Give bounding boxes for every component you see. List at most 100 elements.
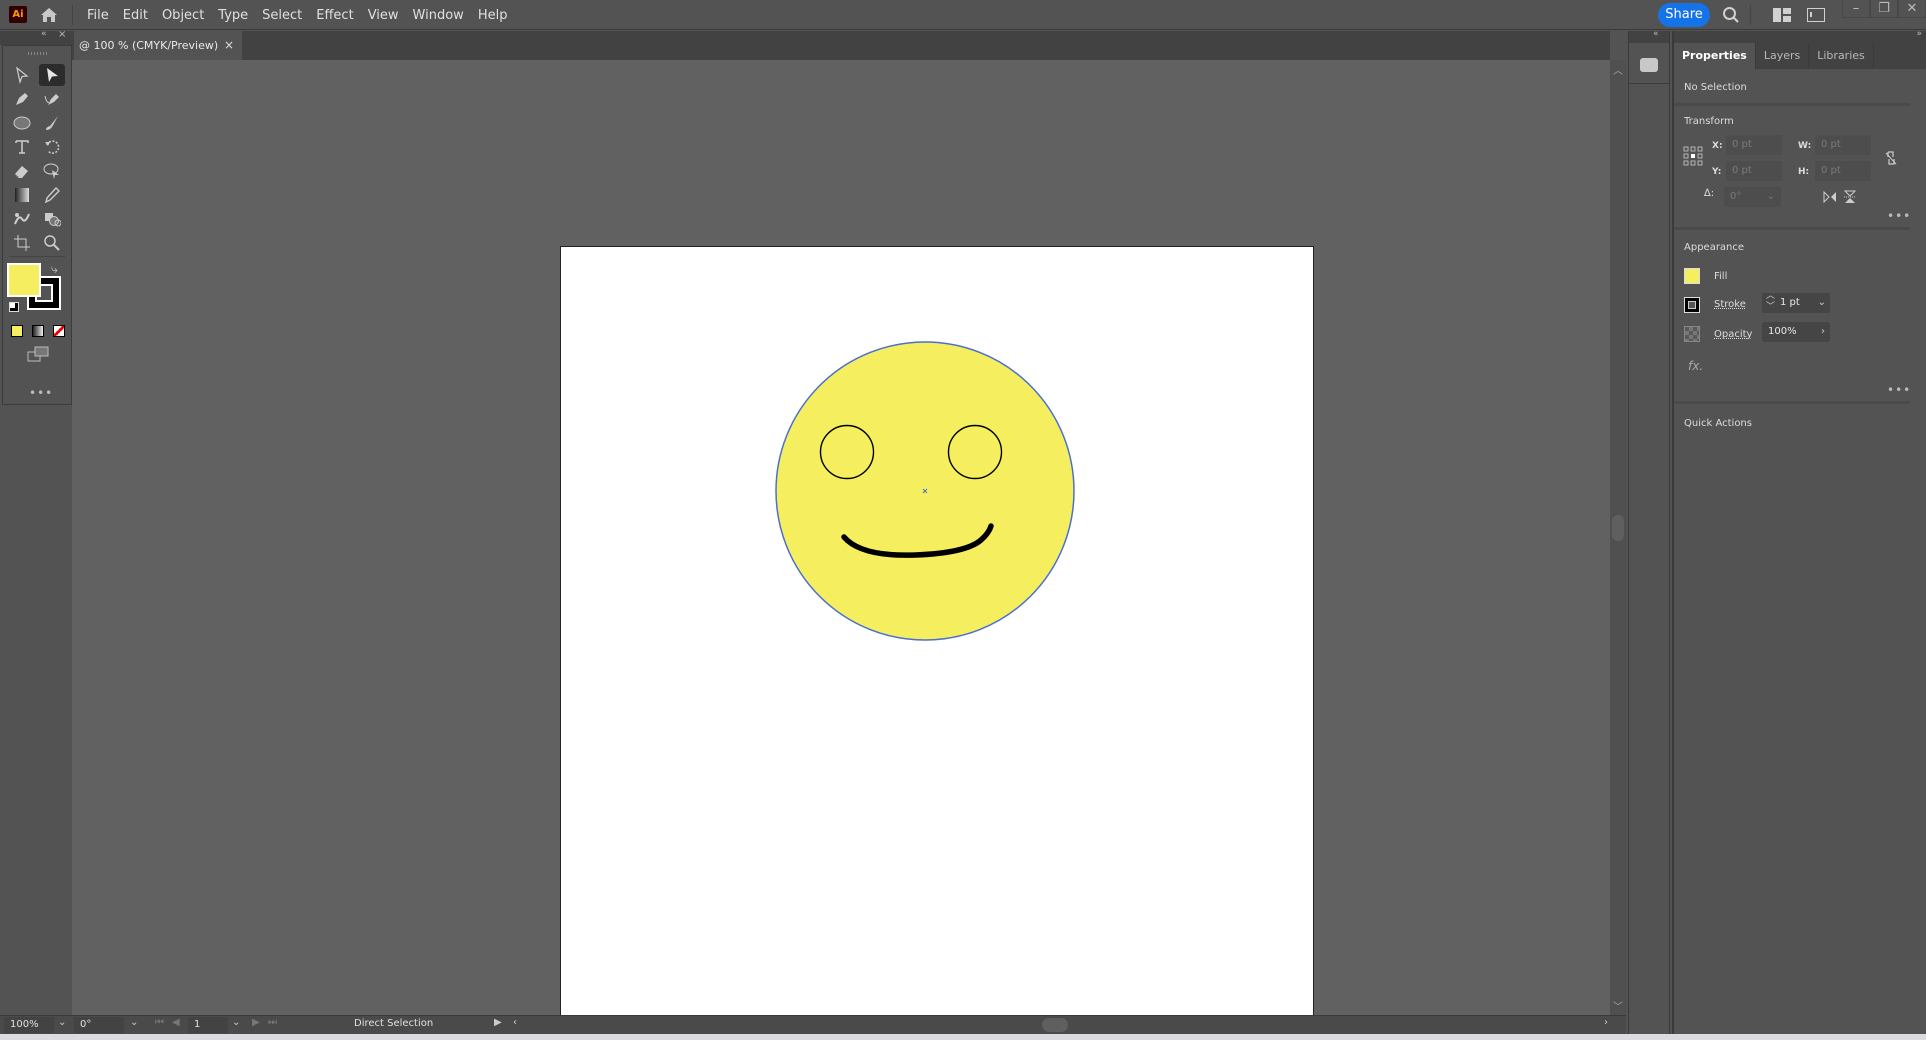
stroke-label[interactable]: Stroke <box>1714 299 1746 310</box>
stroke-weight-field[interactable]: ︿ ﹀ 1 pt ⌄ <box>1762 291 1830 313</box>
menu-type[interactable]: Type <box>211 8 255 23</box>
zoom-tool[interactable] <box>39 232 65 254</box>
close-toolbar-icon[interactable]: × <box>58 29 66 40</box>
menu-help[interactable]: Help <box>471 8 515 23</box>
first-artboard-icon[interactable]: ⏮ <box>155 1017 164 1028</box>
artboard-tool[interactable] <box>9 232 35 254</box>
lasso-tool[interactable] <box>39 160 65 182</box>
home-icon[interactable] <box>40 6 58 24</box>
menu-edit[interactable]: Edit <box>116 8 155 23</box>
vertical-scroll-thumb[interactable] <box>1612 515 1624 541</box>
flip-horizontal-icon[interactable] <box>1823 191 1837 203</box>
scroll-left-icon[interactable]: ‹ <box>513 1017 517 1028</box>
menu-file[interactable]: File <box>80 8 116 23</box>
previous-artboard-icon[interactable]: ◀ <box>172 1017 180 1028</box>
next-artboard-icon[interactable]: ▶ <box>252 1017 260 1028</box>
share-button[interactable]: Share <box>1658 3 1710 27</box>
menu-object[interactable]: Object <box>155 8 211 23</box>
workspace-icon[interactable] <box>1807 8 1825 22</box>
properties-panel: » Properties Layers Libraries No Selecti… <box>1672 29 1926 1034</box>
reference-point-icon[interactable] <box>1683 146 1703 166</box>
paintbrush-tool[interactable] <box>39 112 65 134</box>
toolbar-grip[interactable] <box>28 52 48 55</box>
fx-icon[interactable]: fx. <box>1688 359 1703 373</box>
close-tab-icon[interactable]: × <box>224 31 234 60</box>
last-artboard-icon[interactable]: ⏭ <box>268 1017 277 1028</box>
transform-title: Transform <box>1684 116 1734 127</box>
x-input[interactable]: 0 pt <box>1726 135 1782 155</box>
more-tools-button[interactable]: ••• <box>29 386 53 400</box>
artboard[interactable] <box>560 246 1314 1016</box>
zoom-dropdown-icon[interactable]: ⌄ <box>58 1017 66 1028</box>
scroll-down-icon[interactable]: ﹀ <box>1613 998 1623 1013</box>
width-input[interactable]: 0 pt <box>1815 135 1871 155</box>
y-input[interactable]: 0 pt <box>1726 161 1782 181</box>
rotation-dropdown-icon[interactable]: ⌄ <box>130 1017 138 1028</box>
minimize-button[interactable]: – <box>1842 0 1870 18</box>
zoom-level-field[interactable]: 100% <box>4 1017 54 1033</box>
transform-more-options[interactable]: ••• <box>1887 209 1911 223</box>
pen-tool[interactable] <box>9 88 35 110</box>
expand-dock-icon[interactable]: « <box>1653 29 1659 39</box>
opacity-field[interactable]: 100% › <box>1762 322 1830 342</box>
menu-effect[interactable]: Effect <box>309 8 360 23</box>
status-menu-icon[interactable]: ▶ <box>494 1017 502 1028</box>
color-mode-button[interactable] <box>11 325 23 337</box>
height-input[interactable]: 0 pt <box>1815 161 1871 181</box>
opacity-swatch[interactable] <box>1684 326 1700 342</box>
current-tool-label[interactable]: Direct Selection <box>354 1018 433 1029</box>
fill-color-swatch[interactable] <box>7 263 41 297</box>
menu-select[interactable]: Select <box>255 8 309 23</box>
ellipse-tool[interactable] <box>9 112 35 134</box>
puppet-warp-tool[interactable] <box>9 208 35 230</box>
scroll-right-icon[interactable]: › <box>1604 1017 1608 1028</box>
search-icon[interactable] <box>1722 6 1740 24</box>
gradient-tool[interactable] <box>9 184 35 206</box>
flip-vertical-icon[interactable] <box>1844 190 1856 204</box>
fill-swatch[interactable] <box>1684 268 1700 284</box>
tab-libraries[interactable]: Libraries <box>1809 43 1874 69</box>
eraser-tool[interactable] <box>9 160 35 182</box>
artboard-dropdown-icon[interactable]: ⌄ <box>232 1017 240 1028</box>
curvature-tool[interactable] <box>39 88 65 110</box>
document-tab[interactable]: @ 100 % (CMYK/Preview) × <box>74 31 242 60</box>
angle-dropdown-icon[interactable]: ⌄ <box>1767 187 1775 207</box>
none-mode-button[interactable] <box>53 325 65 337</box>
artboard-number-field[interactable]: 1 <box>188 1017 228 1033</box>
gradient-mode-button[interactable] <box>32 325 44 337</box>
arrange-documents-icon[interactable] <box>1773 8 1791 22</box>
default-fill-stroke-icon[interactable] <box>9 302 19 312</box>
stroke-dropdown-icon[interactable]: ⌄ <box>1818 293 1826 313</box>
rotation-field[interactable]: 0° <box>74 1017 124 1033</box>
restore-button[interactable]: ❐ <box>1870 0 1898 18</box>
scroll-up-icon[interactable]: ︿ <box>1613 62 1623 77</box>
screen-mode-icon[interactable] <box>27 346 49 362</box>
appearance-more-options[interactable]: ••• <box>1887 383 1911 397</box>
rotate-tool[interactable] <box>39 136 65 158</box>
comments-icon[interactable] <box>1640 58 1658 72</box>
stroke-swatch[interactable] <box>1684 297 1700 313</box>
opacity-label[interactable]: Opacity <box>1714 329 1752 340</box>
type-tool[interactable] <box>9 136 35 158</box>
collapse-panel-icon[interactable]: » <box>1916 29 1922 39</box>
direct-selection-tool[interactable] <box>39 64 65 86</box>
stroke-stepper-icon[interactable]: ︿ ﹀ <box>1766 291 1775 313</box>
selection-tool[interactable] <box>9 64 35 86</box>
swap-fill-stroke-icon[interactable]: ⤷ <box>51 262 58 277</box>
rotate-angle-input[interactable]: 0° ⌄ <box>1724 187 1781 207</box>
status-bar: 100% ⌄ 0° ⌄ ⏮ ◀ 1 ⌄ ▶ ⏭ Direct Selection… <box>0 1015 1626 1034</box>
constrain-proportions-icon[interactable] <box>1884 150 1898 166</box>
horizontal-scroll-thumb[interactable] <box>1042 1018 1068 1032</box>
vertical-scrollbar[interactable]: ︿ ﹀ <box>1610 60 1626 1015</box>
rotate-icon <box>45 140 60 154</box>
tab-properties[interactable]: Properties <box>1674 43 1756 69</box>
canvas-area[interactable] <box>72 60 1610 1016</box>
shape-builder-tool[interactable] <box>39 208 65 230</box>
eyedropper-tool[interactable] <box>39 184 65 206</box>
menu-view[interactable]: View <box>361 8 406 23</box>
opacity-expand-icon[interactable]: › <box>1821 322 1825 342</box>
close-window-button[interactable]: ✕ <box>1898 0 1926 18</box>
menu-window[interactable]: Window <box>406 8 471 23</box>
tab-layers[interactable]: Layers <box>1756 43 1810 69</box>
collapse-toolbar-icon[interactable]: « <box>41 29 47 39</box>
